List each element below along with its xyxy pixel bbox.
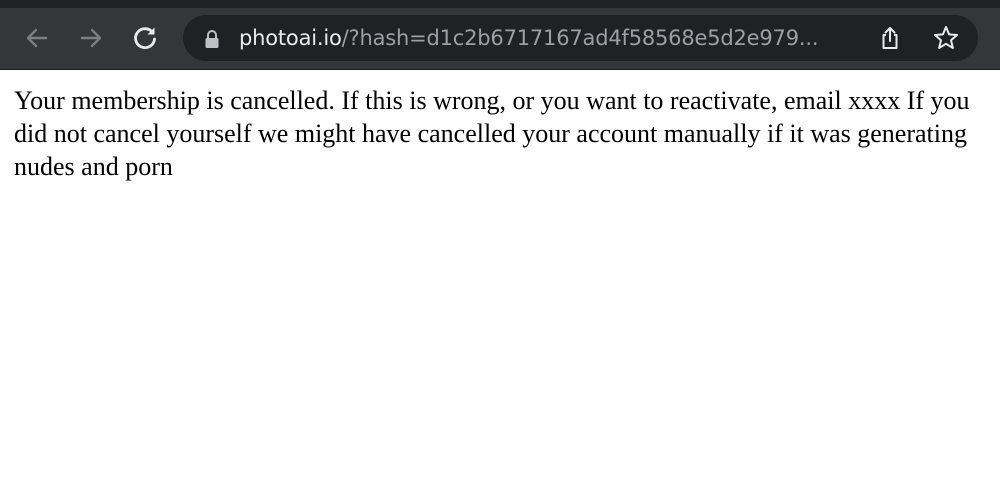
share-icon[interactable] <box>877 25 903 51</box>
url-host: photoai.io <box>239 26 342 50</box>
back-button[interactable] <box>19 20 55 56</box>
reload-button[interactable] <box>127 20 163 56</box>
url-text[interactable]: photoai.io/?hash=d1c2b6717167ad4f58568e5… <box>239 15 859 61</box>
address-bar[interactable]: photoai.io/?hash=d1c2b6717167ad4f58568e5… <box>183 15 978 61</box>
arrow-left-icon <box>26 28 48 48</box>
star-icon[interactable] <box>932 24 960 52</box>
url-path: /?hash=d1c2b6717167ad4f58568e5d2e979... <box>341 26 819 50</box>
lock-icon[interactable] <box>203 29 221 49</box>
reload-icon <box>134 27 156 50</box>
forward-button[interactable] <box>73 20 109 56</box>
cancellation-message: Your membership is cancelled. If this is… <box>14 86 970 181</box>
arrow-right-icon <box>80 28 102 48</box>
browser-toolbar: photoai.io/?hash=d1c2b6717167ad4f58568e5… <box>0 8 1000 70</box>
browser-tab-strip <box>0 0 1000 8</box>
